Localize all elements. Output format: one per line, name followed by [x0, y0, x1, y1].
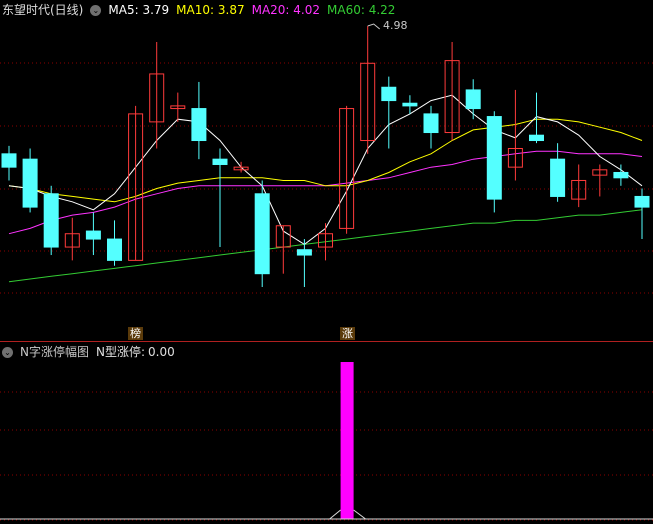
candle-down: [486, 116, 502, 200]
candle-down: [85, 230, 101, 240]
candle-down: [191, 108, 207, 142]
candle-down: [1, 153, 17, 168]
chevron-down-icon[interactable]: ⌄: [90, 5, 102, 16]
grid-lines: [0, 62, 653, 521]
indicator-line: [353, 509, 366, 520]
ma20-value: 4.02: [293, 3, 321, 17]
candle-down: [550, 158, 566, 197]
main-legend: 东望时代(日线) ⌄ MA5: 3.79 MA10: 3.87 MA20: 4.02 MA…: [2, 1, 402, 19]
ma5-label: MA5:: [108, 3, 139, 17]
candle-down: [529, 134, 544, 142]
candle-down: [296, 249, 312, 256]
candle-down: [212, 158, 228, 165]
candle-down: [465, 89, 481, 110]
candle-down: [43, 193, 59, 248]
ma5-value: 3.79: [142, 3, 170, 17]
ma10-legend: MA10: 3.87: [176, 3, 244, 17]
candlesticks: [1, 23, 650, 287]
ma10-line: [8, 118, 643, 203]
candle-down: [107, 238, 122, 261]
ma10-value: 3.87: [217, 3, 245, 17]
candle-down: [254, 193, 270, 275]
badge-bang[interactable]: 榜: [128, 327, 143, 340]
indicator-line: [329, 509, 341, 520]
ma20-legend: MA20: 4.02: [252, 3, 320, 17]
ma60-label: MA60:: [327, 3, 365, 17]
ma5-legend: MA5: 3.79: [108, 3, 169, 17]
candle-down: [423, 113, 439, 134]
ma5-line: [8, 94, 643, 246]
indicator-bars: [0, 362, 653, 520]
candle-down: [634, 195, 650, 208]
kline-chart[interactable]: [0, 0, 653, 524]
indicator-legend: ⌄ N字涨停幅图 N型涨停: 0.00: [2, 343, 182, 361]
ma10-label: MA10:: [176, 3, 215, 17]
candle-down: [381, 86, 397, 102]
ma60-value: 4.22: [368, 3, 396, 17]
candle-down: [613, 171, 629, 179]
indicator-bar: [340, 362, 354, 519]
chevron-down-icon[interactable]: ⌄: [2, 347, 13, 358]
high-marker: [367, 23, 381, 30]
chart-title: 东望时代(日线): [2, 3, 84, 17]
candle-down: [402, 102, 418, 107]
ma20-line: [8, 150, 643, 235]
high-price-label: 4.98: [383, 19, 408, 32]
indicator-value-label: N型涨停:: [95, 345, 146, 359]
indicator-value: 0.00: [148, 345, 175, 359]
ma20-label: MA20:: [251, 3, 290, 17]
indicator-title: N字涨停幅图: [20, 345, 89, 359]
ma60-legend: MA60: 4.22: [327, 3, 395, 17]
badge-zhang[interactable]: 涨: [340, 327, 355, 340]
candle-down: [22, 158, 38, 208]
